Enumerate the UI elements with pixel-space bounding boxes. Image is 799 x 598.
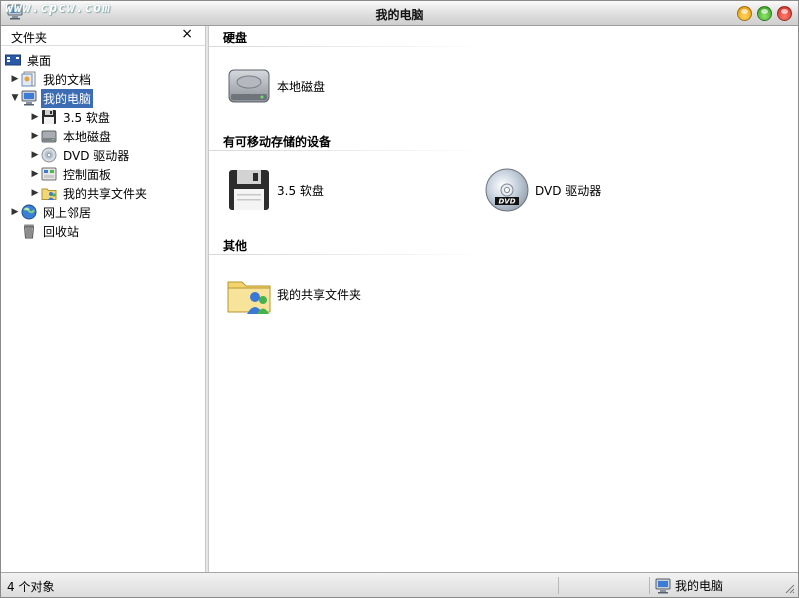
close-button[interactable] [777, 6, 792, 21]
sidebar-item-label: 控制面板 [63, 167, 112, 182]
collapse-arrow-icon[interactable]: ▼ [9, 93, 21, 103]
sidebar-item-my-computer[interactable]: ▼ 我的电脑 [9, 88, 94, 108]
network-icon [21, 204, 37, 220]
sidebar-item-label: 网上邻居 [43, 205, 92, 220]
control-panel-icon [41, 166, 57, 182]
sidebar-item-label: 我的电脑 [41, 88, 94, 108]
svg-text:DVD: DVD [498, 198, 515, 206]
item-local-disk[interactable]: 本地磁盘 [225, 62, 325, 110]
sidebar-header: 文件夹 × [1, 26, 205, 46]
sidebar-item-label: 我的文档 [43, 72, 92, 87]
documents-icon [21, 71, 37, 87]
dvd-icon [41, 147, 57, 163]
maximize-button[interactable] [757, 6, 772, 21]
sidebar-item-label: 本地磁盘 [63, 129, 112, 144]
resize-grip-icon[interactable] [783, 582, 795, 594]
object-count: 4 个对象 [7, 580, 55, 594]
sidebar-item-my-documents[interactable]: ▶ 我的文档 [9, 70, 93, 88]
finder-window: www.cpcw.com 我的电脑 文件夹 × 桌面 ▶ 我的文档 ▼ 我的电脑 [0, 0, 799, 598]
expand-arrow-icon[interactable]: ▶ [9, 74, 21, 84]
content-pane: 硬盘 本地磁盘 有可移动存储的设备 3.5 软盘 DVD DVD 驱动器 其他 … [209, 26, 798, 572]
item-dvd[interactable]: DVD DVD 驱动器 [483, 166, 601, 214]
hard-disk-icon [41, 128, 57, 144]
status-bar: 4 个对象 我的电脑 [1, 572, 798, 597]
item-label: 本地磁盘 [277, 79, 326, 94]
sidebar-item-label: 桌面 [27, 53, 52, 68]
sidebar-close-icon[interactable]: × [181, 26, 193, 42]
floppy-icon [41, 109, 57, 125]
shared-folder-icon [41, 185, 57, 201]
sidebar-item-floppy[interactable]: ▶ 3.5 软盘 [29, 108, 112, 126]
item-floppy[interactable]: 3.5 软盘 [225, 166, 324, 214]
recycle-bin-icon [21, 223, 37, 239]
expand-arrow-icon[interactable]: ▶ [29, 150, 41, 160]
group-divider [209, 150, 489, 151]
desktop-icon [5, 52, 21, 68]
minimize-button[interactable] [737, 6, 752, 21]
sidebar-item-label: 回收站 [43, 224, 80, 239]
sidebar-item-dvd[interactable]: ▶ DVD 驱动器 [29, 146, 131, 164]
sidebar-item-label: 我的共享文件夹 [63, 186, 148, 201]
title-bar[interactable]: www.cpcw.com 我的电脑 [1, 1, 798, 26]
expand-arrow-icon[interactable]: ▶ [29, 169, 41, 179]
item-shared-folder[interactable]: 我的共享文件夹 [225, 270, 361, 318]
shared-folder-icon [227, 281, 271, 314]
item-label: 3.5 软盘 [277, 183, 324, 198]
computer-icon [21, 90, 37, 106]
sidebar-item-recycle-bin[interactable]: 回收站 [21, 222, 81, 240]
window-controls [737, 6, 792, 21]
group-header-removable: 有可移动存储的设备 [223, 135, 332, 149]
floppy-icon [229, 170, 269, 210]
item-label: DVD 驱动器 [535, 183, 602, 198]
dvd-icon: DVD [485, 168, 529, 212]
group-divider [209, 254, 489, 255]
sidebar-item-label: DVD 驱动器 [63, 148, 130, 163]
sidebar-item-control-panel[interactable]: ▶ 控制面板 [29, 165, 113, 183]
group-divider [209, 46, 489, 47]
sidebar-title: 文件夹 [11, 31, 48, 45]
sidebar-item-desktop[interactable]: 桌面 [5, 51, 53, 69]
window-title: 我的电脑 [375, 8, 424, 22]
hard-disk-icon [228, 69, 270, 103]
status-location: 我的电脑 [655, 577, 723, 594]
item-label: 我的共享文件夹 [277, 287, 362, 302]
expand-arrow-icon[interactable]: ▶ [29, 188, 41, 198]
group-header-hard-disks: 硬盘 [223, 31, 248, 45]
expand-arrow-icon[interactable]: ▶ [9, 207, 21, 217]
status-divider [649, 577, 650, 594]
sidebar-item-local-disk[interactable]: ▶ 本地磁盘 [29, 127, 113, 145]
expand-arrow-icon[interactable]: ▶ [29, 131, 41, 141]
status-location-label: 我的电脑 [675, 579, 724, 593]
sidebar-item-label: 3.5 软盘 [63, 110, 110, 125]
expand-arrow-icon[interactable]: ▶ [29, 112, 41, 122]
status-divider [558, 577, 559, 594]
group-header-other: 其他 [223, 239, 248, 253]
folder-sidebar: 文件夹 × 桌面 ▶ 我的文档 ▼ 我的电脑 ▶ 3.5 软盘 ▶ 本地磁盘 ▶… [1, 26, 206, 572]
sidebar-item-network[interactable]: ▶ 网上邻居 [9, 203, 93, 221]
computer-icon [655, 578, 671, 594]
sidebar-item-shared-folder[interactable]: ▶ 我的共享文件夹 [29, 184, 149, 202]
